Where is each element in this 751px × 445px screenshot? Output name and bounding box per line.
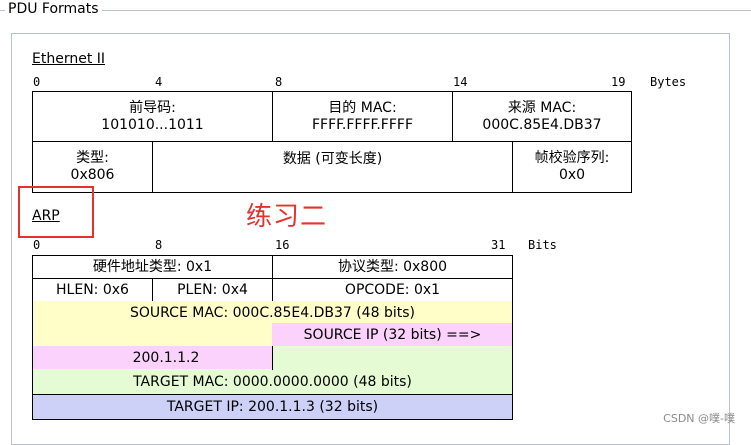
dest-mac-value: FFFF.FFFF.FFFF <box>311 116 414 133</box>
ethernet-title: Ethernet II <box>32 51 106 67</box>
src-mac-value: 000C.85E4.DB37 <box>482 116 602 133</box>
hw-type-field: 硬件地址类型: 0x1 <box>32 255 273 279</box>
preamble-label: 前导码: <box>129 99 176 116</box>
data-field: 数据 (可变长度) <box>152 141 513 193</box>
src-mac-field: 来源 MAC: 000C.85E4.DB37 <box>452 91 632 142</box>
fcs-label: 帧校验序列: <box>534 150 610 166</box>
source-ip-value: 200.1.1.2 <box>132 350 200 366</box>
arp-border-right <box>512 301 513 420</box>
fcs-field: 帧校验序列: 0x0 <box>512 141 632 193</box>
type-label: 类型: <box>76 150 109 166</box>
target-mac-bg-top <box>272 346 513 370</box>
target-ip-field: TARGET IP: 200.1.1.3 (32 bits) <box>32 394 513 420</box>
watermark: CSDN @噗-噗 <box>663 412 735 425</box>
ethernet-ruler-14: 14 <box>453 75 468 89</box>
preamble-field: 前导码: 101010...1011 <box>32 91 273 142</box>
arp-unit: Bits <box>528 238 557 252</box>
ethernet-ruler-19: 19 <box>611 75 626 89</box>
ethernet-unit: Bytes <box>650 75 687 89</box>
preamble-value: 101010...1011 <box>101 116 204 133</box>
hlen-field: HLEN: 0x6 <box>32 278 153 302</box>
src-mac-label: 来源 MAC: <box>507 99 577 116</box>
arp-border-left <box>32 301 33 420</box>
arp-ruler-0: 0 <box>33 238 41 252</box>
dest-mac-field: 目的 MAC: FFFF.FFFF.FFFF <box>272 91 453 142</box>
type-value: 0x806 <box>70 167 115 183</box>
fcs-value: 0x0 <box>558 167 586 183</box>
ethernet-ruler-8: 8 <box>275 75 283 89</box>
opcode-field: OPCODE: 0x1 <box>272 278 513 302</box>
plen-field: PLEN: 0x4 <box>152 278 273 302</box>
data-label: 数据 (可变长度) <box>282 151 383 167</box>
ethernet-ruler-4: 4 <box>155 75 163 89</box>
arp-divider-target <box>32 394 513 395</box>
source-ip-label: SOURCE IP (32 bits) ==> <box>272 323 513 347</box>
arp-border-bottom <box>32 419 513 420</box>
arp-ruler-16: 16 <box>275 238 290 252</box>
arp-ruler-8: 8 <box>155 238 163 252</box>
arp-divider-source-ip <box>272 346 273 370</box>
window-title: PDU Formats <box>5 1 102 17</box>
annotation-text: 练习二 <box>246 202 328 232</box>
source-mac-field: SOURCE MAC: 000C.85E4.DB37 (48 bits) <box>130 304 415 321</box>
ethernet-ruler-0: 0 <box>33 75 41 89</box>
arp-title: ARP <box>32 208 60 224</box>
proto-type-field: 协议类型: 0x800 <box>272 255 513 279</box>
target-mac-field: TARGET MAC: 0000.0000.0000 (48 bits) <box>32 369 513 395</box>
arp-ruler-31: 31 <box>491 238 506 252</box>
dest-mac-label: 目的 MAC: <box>328 99 397 116</box>
source-mac-bg-bottom <box>32 323 273 347</box>
groupbox-border-top <box>0 10 751 11</box>
